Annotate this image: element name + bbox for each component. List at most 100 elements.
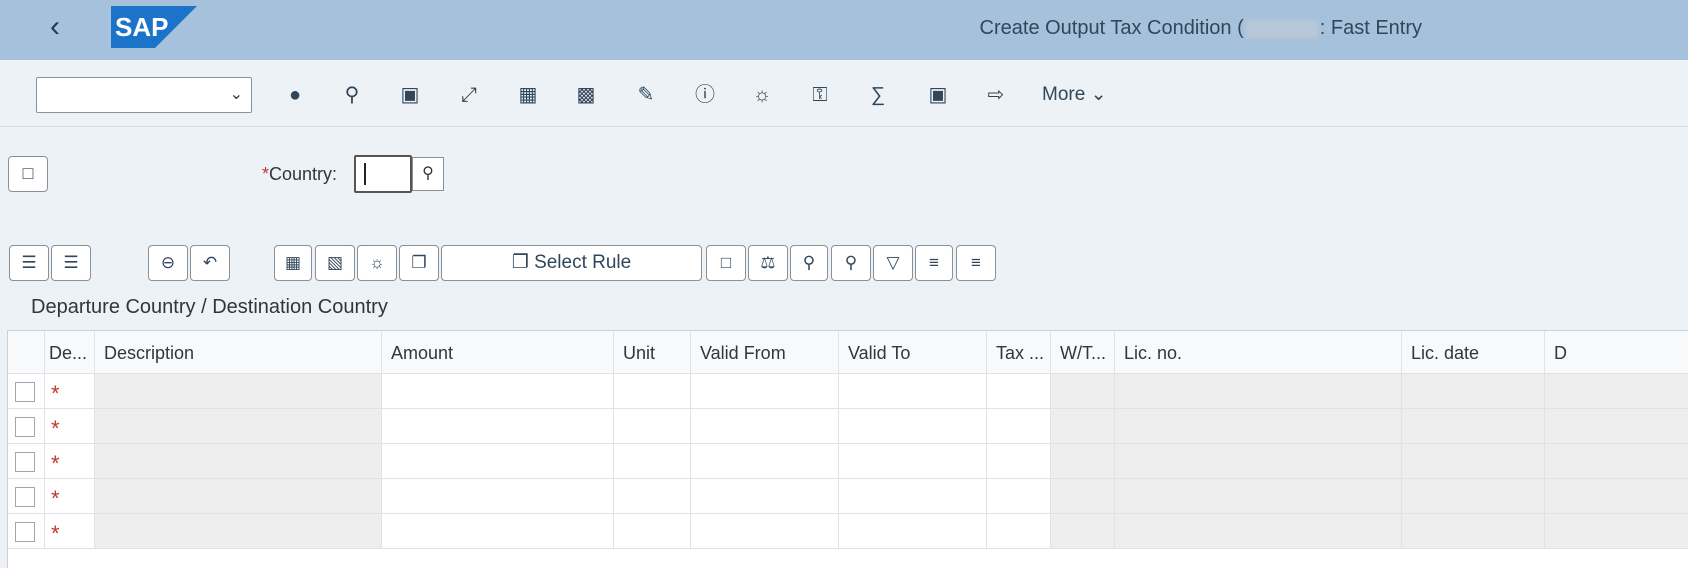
table-cell[interactable] <box>691 374 839 409</box>
calendar-icon[interactable]: ▦ <box>274 245 312 281</box>
col-amount[interactable]: Amount <box>382 331 614 374</box>
money-icon[interactable]: ☼ <box>748 81 776 109</box>
table-cell[interactable] <box>691 409 839 444</box>
table-cell[interactable] <box>382 444 614 479</box>
table-row[interactable]: * <box>8 374 1688 409</box>
gift-icon[interactable]: ▩ <box>572 81 600 109</box>
table-cell <box>1115 444 1402 479</box>
table-cell[interactable] <box>382 479 614 514</box>
table-row[interactable]: * <box>8 444 1688 479</box>
table-header-row: De... Description Amount Unit Valid From… <box>8 331 1688 374</box>
table-cell[interactable] <box>614 374 691 409</box>
table-cell[interactable] <box>839 479 987 514</box>
table-cell[interactable]: * <box>45 444 95 479</box>
command-field[interactable]: ⌄ <box>36 77 252 113</box>
table-row[interactable]: * <box>8 479 1688 514</box>
fullscreen-icon[interactable]: ⤢ <box>455 81 483 109</box>
col-lic-no[interactable]: Lic. no. <box>1115 331 1402 374</box>
col-valid-from[interactable]: Valid From <box>691 331 839 374</box>
col-unit[interactable]: Unit <box>614 331 691 374</box>
table-cell[interactable] <box>987 409 1051 444</box>
table-cell <box>1051 374 1115 409</box>
table-cell[interactable] <box>839 444 987 479</box>
find-icon[interactable]: ⚲ <box>790 245 828 281</box>
balance-icon[interactable]: ⚖ <box>748 245 788 281</box>
row-checkbox-cell[interactable] <box>8 374 45 409</box>
filter-icon[interactable]: ▽ <box>873 245 913 281</box>
hat-icon[interactable]: ● <box>281 81 309 109</box>
row-checkbox[interactable] <box>15 452 35 472</box>
table-cell[interactable] <box>839 374 987 409</box>
table-cell[interactable] <box>987 374 1051 409</box>
key-icon[interactable]: ⚿ <box>806 81 834 109</box>
image-icon[interactable]: ▣ <box>924 81 952 109</box>
sort-ascending-icon[interactable]: ≡ <box>915 245 953 281</box>
table-cell[interactable]: * <box>45 409 95 444</box>
export-icon[interactable]: ⇨ <box>982 81 1010 109</box>
table-cell[interactable]: * <box>45 514 95 549</box>
table-cell[interactable] <box>987 444 1051 479</box>
find-next-icon[interactable]: ⚲ <box>831 245 871 281</box>
row-checkbox[interactable] <box>15 382 35 402</box>
table-cell[interactable] <box>382 514 614 549</box>
table-cell[interactable] <box>987 479 1051 514</box>
row-selector-header[interactable] <box>8 331 45 374</box>
table-cell[interactable] <box>614 444 691 479</box>
table-cell[interactable] <box>987 514 1051 549</box>
table-row[interactable]: * <box>8 409 1688 444</box>
table-cell[interactable] <box>691 444 839 479</box>
table-cell <box>95 374 382 409</box>
hierarchy-icon[interactable]: ▣ <box>396 81 424 109</box>
new-page-button[interactable]: □ <box>8 156 48 192</box>
table-cell <box>1402 479 1545 514</box>
table-cell[interactable] <box>614 409 691 444</box>
table-cell[interactable] <box>382 374 614 409</box>
row-checkbox[interactable] <box>15 522 35 542</box>
col-tax[interactable]: Tax ... <box>987 331 1051 374</box>
table-cell[interactable] <box>614 479 691 514</box>
col-lic-date[interactable]: Lic. date <box>1402 331 1545 374</box>
col-description[interactable]: Description <box>95 331 382 374</box>
row-checkbox-cell[interactable] <box>8 479 45 514</box>
sum-icon[interactable]: ∑ <box>864 81 892 109</box>
calculator-icon[interactable]: ▧ <box>315 245 355 281</box>
table-cell[interactable] <box>691 514 839 549</box>
col-valid-to[interactable]: Valid To <box>839 331 987 374</box>
copy-icon[interactable]: ❐ <box>399 245 439 281</box>
money-icon[interactable]: ☼ <box>357 245 397 281</box>
table-cell[interactable] <box>382 409 614 444</box>
table-cell[interactable] <box>839 514 987 549</box>
table-cell[interactable] <box>691 479 839 514</box>
row-checkbox-cell[interactable] <box>8 514 45 549</box>
sort-descending-icon[interactable]: ≡ <box>956 245 996 281</box>
delete-row-icon[interactable]: ⊖ <box>148 245 188 281</box>
row-checkbox-cell[interactable] <box>8 409 45 444</box>
row-checkbox[interactable] <box>15 487 35 507</box>
col-de[interactable]: De... <box>45 331 95 374</box>
table-cell[interactable]: * <box>45 479 95 514</box>
table-cell[interactable] <box>839 409 987 444</box>
country-input[interactable] <box>354 155 412 193</box>
more-menu[interactable]: More ⌄ <box>1042 83 1107 106</box>
value-help-icon[interactable]: ⚲ <box>412 157 444 191</box>
col-wt[interactable]: W/T... <box>1051 331 1115 374</box>
table-row[interactable]: * <box>8 514 1688 549</box>
table-cell <box>1051 514 1115 549</box>
chevron-down-icon[interactable]: ⌄ <box>230 84 243 104</box>
undo-icon[interactable]: ↶ <box>190 245 230 281</box>
calendar-icon[interactable]: ▦ <box>514 81 542 109</box>
select-rule-button[interactable]: ❐ Select Rule <box>441 245 702 281</box>
table-cell[interactable]: * <box>45 374 95 409</box>
edit-document-icon[interactable]: ✎ <box>632 81 660 109</box>
deselect-all-icon[interactable]: ☰ <box>51 245 91 281</box>
row-checkbox[interactable] <box>15 417 35 437</box>
info-icon[interactable]: ⓘ <box>691 81 719 109</box>
table-cell[interactable] <box>614 514 691 549</box>
select-all-icon[interactable]: ☰ <box>9 245 49 281</box>
zoom-icon[interactable]: ⚲ <box>338 81 366 109</box>
row-checkbox-cell[interactable] <box>8 444 45 479</box>
back-button[interactable]: ‹ <box>50 12 80 44</box>
table-cell <box>95 409 382 444</box>
page-icon[interactable]: □ <box>706 245 746 281</box>
col-d[interactable]: D <box>1545 331 1688 374</box>
